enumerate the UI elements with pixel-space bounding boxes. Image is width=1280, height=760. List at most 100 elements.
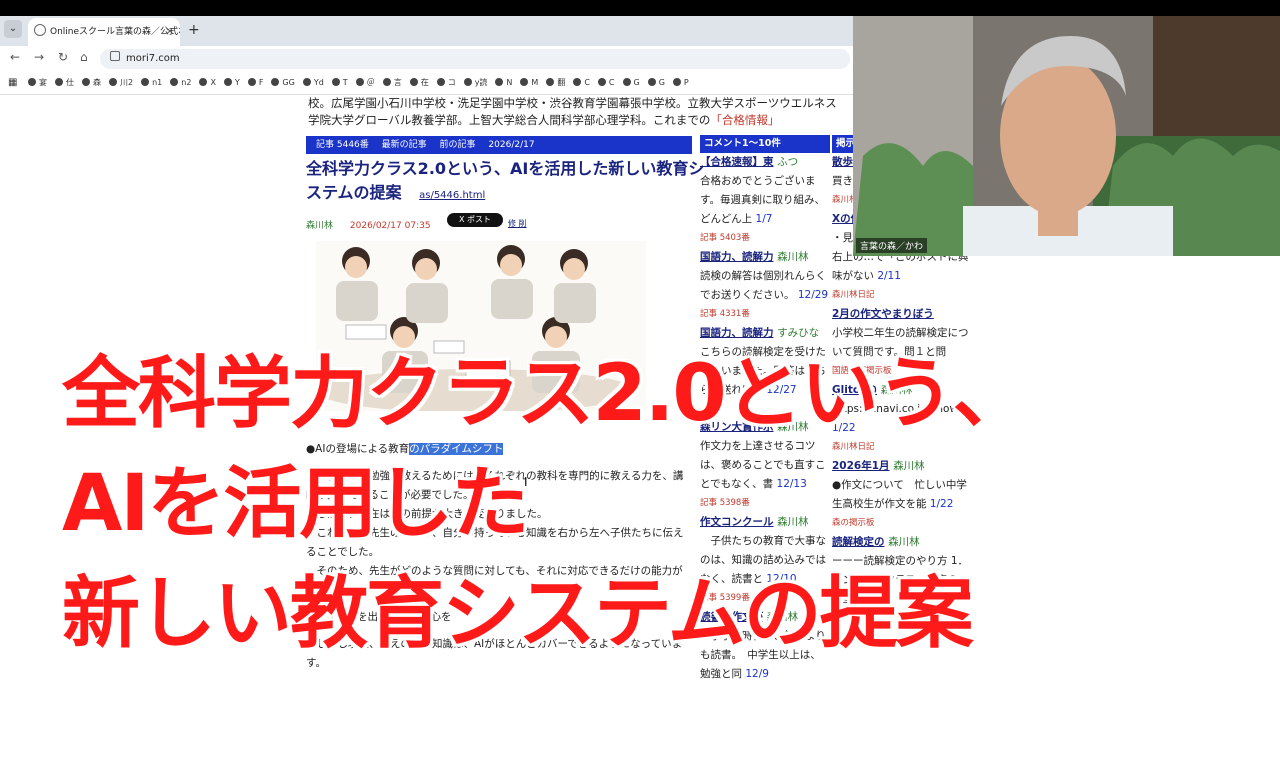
bookmark-item[interactable]: 森 [82, 72, 101, 94]
bookmark-item[interactable]: T [331, 72, 348, 94]
board-item-title[interactable]: 読解検定の [832, 536, 885, 548]
bookmark-item[interactable]: G [647, 72, 665, 94]
board-item-heading: 読解検定の 森川林 [832, 533, 972, 552]
comments-item-author: すみひな [777, 327, 820, 339]
presenter-video [853, 16, 1280, 256]
comments-header: コメント1〜10件 [700, 135, 830, 153]
bookmark-item[interactable]: 仕 [55, 72, 74, 94]
comments-item-source[interactable]: 記事 4331番 [700, 305, 830, 324]
bookmark-label: コ [447, 78, 456, 87]
bookmark-item[interactable]: n1 [141, 72, 162, 94]
comments-item-date[interactable]: 12/29 [798, 289, 828, 301]
x-post-button[interactable]: X ポスト [447, 213, 503, 227]
bookmark-item[interactable]: Yd [302, 72, 324, 94]
article-bar-date: 2026/2/17 [488, 140, 535, 150]
bookmark-label: 言 [393, 78, 402, 87]
bookmark-favicon-icon [55, 78, 63, 86]
comments-item-title[interactable]: 【合格速報】東 [700, 156, 774, 168]
bookmark-favicon-icon [622, 78, 631, 86]
bookmark-item[interactable]: 翻 [546, 72, 565, 94]
bookmark-label: GG [282, 78, 295, 87]
board-item-source[interactable]: 森の掲示板 [832, 514, 972, 533]
tab-search-chevron-icon[interactable]: ⌄ [4, 20, 22, 38]
bookmark-favicon-icon [355, 78, 364, 86]
intro-line-1: 校。広尾学園小石川中学校・洗足学園中学校・渋谷教育学園幕張中学校。立教大学スポー… [308, 96, 837, 110]
comments-item-date[interactable]: 12/13 [777, 478, 807, 490]
comments-item-text: 作文力を上達させるコツは、褒めることでも直すことでもなく、書 12/13 [700, 437, 830, 494]
board-item-title[interactable]: 散歩 [832, 156, 853, 168]
comments-item-author: ふつ [777, 156, 799, 168]
bookmark-favicon-icon [409, 78, 418, 86]
bookmark-favicon-icon [170, 78, 179, 86]
forward-arrow-icon[interactable]: → [34, 50, 44, 64]
bookmark-item[interactable]: 在 [409, 72, 429, 94]
bookmark-label: 川2 [120, 78, 134, 87]
bookmark-item[interactable]: y読 [463, 72, 488, 94]
bookmark-item[interactable]: C [597, 72, 615, 94]
bookmark-label: N [506, 78, 513, 87]
edit-delete-links[interactable]: 修 削 [508, 218, 527, 229]
webcam-label: 言葉の森／かわ [856, 238, 928, 253]
body-heading-1: ●AIの登場による教育 [306, 443, 410, 455]
board-item-title[interactable]: 2026年1月 [832, 460, 890, 472]
bookmark-item[interactable]: ＠ [355, 72, 375, 94]
board-item-source[interactable]: 森川林日記 [832, 438, 972, 457]
bookmark-item[interactable]: M [520, 72, 538, 94]
bookmark-label: G [633, 78, 640, 87]
board-item-source[interactable]: 森川林日記 [832, 286, 972, 305]
comments-column: コメント1〜10件 【合格速報】東 ふつ 合格おめでとうございます。毎週真剣に取り… [700, 135, 830, 760]
bookmark-item[interactable]: Y [223, 72, 240, 94]
board-item-date[interactable]: 1/22 [930, 498, 954, 510]
comments-item-date[interactable]: 12/9 [745, 668, 769, 680]
prev-article-link[interactable]: 前の記事 [440, 140, 476, 150]
browser-tab[interactable]: Onlineスクール言葉の森／公式ホ × [28, 18, 180, 46]
bookmark-item[interactable]: N [495, 72, 512, 94]
selected-text: のパラダイムシフト [409, 443, 504, 455]
comments-item-source[interactable]: 記事 5403番 [700, 229, 830, 248]
close-tab-icon[interactable]: × [166, 18, 174, 46]
comments-item-title[interactable]: 作文コンクール [700, 516, 774, 528]
bookmark-item[interactable]: P [672, 72, 689, 94]
bookmark-label: 在 [420, 78, 429, 87]
bookmark-item[interactable]: 宴 [28, 72, 47, 94]
article-permalink[interactable]: as/5446.html [419, 190, 485, 201]
apps-grid-icon[interactable]: ▦ [8, 72, 17, 94]
reload-icon[interactable]: ↻ [58, 50, 68, 64]
overlay-title-line-1: 全科学力クラス2.0という、 [62, 349, 1031, 439]
bookmark-item[interactable]: GG [271, 72, 295, 94]
comments-item-title[interactable]: 国語力、読解力 [700, 251, 774, 263]
site-info-icon[interactable] [110, 51, 120, 61]
bookmark-label: F [258, 78, 264, 87]
url-bar[interactable]: mori7.com [100, 49, 850, 69]
bookmark-favicon-icon [672, 78, 681, 86]
top-black-bar [0, 0, 1280, 16]
bookmark-item[interactable]: G [622, 72, 640, 94]
home-icon[interactable]: ⌂ [80, 50, 88, 64]
bookmark-item[interactable]: 言 [382, 72, 402, 94]
bookmark-favicon-icon [436, 78, 445, 86]
comments-item-source[interactable]: 記事 5398番 [700, 494, 830, 513]
bookmark-item[interactable]: コ [436, 72, 456, 94]
bookmark-label: y読 [474, 78, 488, 87]
latest-article-link[interactable]: 最新の記事 [382, 140, 427, 150]
bookmark-item[interactable]: X [199, 72, 216, 94]
bookmark-favicon-icon [82, 78, 90, 86]
bookmark-item[interactable]: 川2 [109, 72, 133, 94]
bookmark-item[interactable]: n2 [170, 72, 191, 94]
bookmark-favicon-icon [331, 78, 340, 86]
board-item-date[interactable]: 2/11 [877, 270, 901, 282]
article-author[interactable]: 森川林 [306, 221, 333, 231]
bookmark-item[interactable]: F [247, 72, 264, 94]
comments-item-date[interactable]: 1/7 [756, 213, 773, 225]
bookmark-item[interactable]: C [573, 72, 590, 94]
board-item-title[interactable]: 2月の作文やまりぼう [832, 308, 934, 320]
comments-item-heading: 作文コンクール 森川林 [700, 513, 830, 532]
article-meta: 森川林 2026/02/17 07:35 [306, 218, 431, 231]
new-tab-button[interactable]: + [188, 22, 200, 38]
back-arrow-icon[interactable]: ← [10, 50, 20, 64]
success-info-link[interactable]: 「合格情報」 [710, 113, 779, 127]
board-item: 2026年1月 森川林 ●作文について 忙しい中学生高校生が作文を能 1/22 森の… [832, 457, 972, 533]
article-number: 記事 5446番 [316, 140, 369, 150]
comments-item-source[interactable] [700, 684, 830, 702]
comments-item-title[interactable]: 国語力、読解力 [700, 327, 774, 339]
